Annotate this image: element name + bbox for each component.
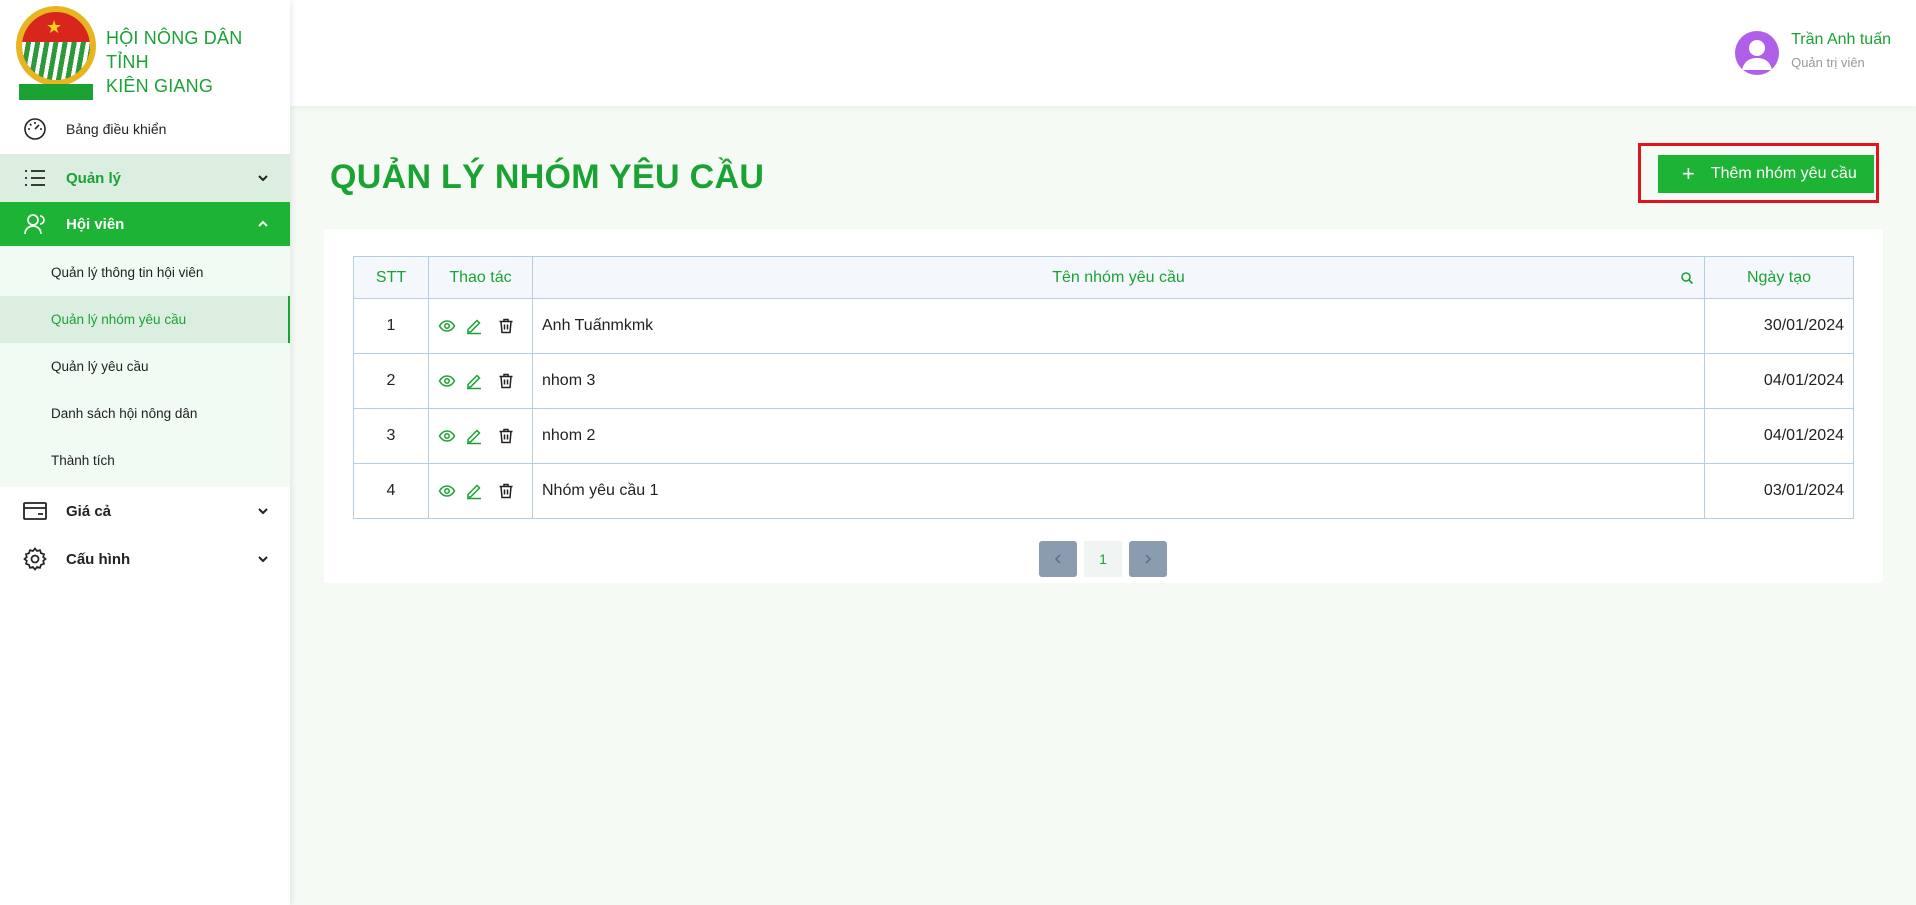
speedometer-icon bbox=[22, 116, 48, 142]
logo-emblem: ★ bbox=[16, 6, 96, 100]
sidebar-item-giaca[interactable]: Giá cả bbox=[0, 487, 290, 535]
eye-icon[interactable] bbox=[438, 317, 456, 335]
edit-icon[interactable] bbox=[465, 317, 483, 335]
cell-date: 04/01/2024 bbox=[1704, 353, 1854, 409]
cell-actions bbox=[428, 353, 533, 409]
credit-card-icon bbox=[22, 498, 48, 524]
page-number[interactable]: 1 bbox=[1084, 541, 1122, 577]
top-header: Trần Anh tuấn Quản trị viên bbox=[290, 0, 1916, 106]
sidebar-subitem-thong-tin-hoi-vien[interactable]: Quản lý thông tin hội viên bbox=[0, 249, 290, 296]
user-role: Quản trị viên bbox=[1791, 55, 1865, 70]
cell-date: 04/01/2024 bbox=[1704, 408, 1854, 464]
chevron-up-icon bbox=[258, 220, 268, 227]
next-page-button[interactable] bbox=[1129, 541, 1167, 577]
column-header-actions: Thao tác bbox=[428, 256, 533, 299]
table-header-row: STT Thao tác Tên nhóm yêu cầu Ngày tạo bbox=[353, 256, 1854, 299]
trash-icon[interactable] bbox=[497, 482, 515, 500]
eye-icon[interactable] bbox=[438, 427, 456, 445]
hoivien-submenu: Quản lý thông tin hội viên Quản lý nhóm … bbox=[0, 246, 290, 487]
sidebar: ★ HỘI NÔNG DÂN TỈNH KIÊN GIANG Bảng điều… bbox=[0, 0, 290, 905]
cell-date: 03/01/2024 bbox=[1704, 463, 1854, 519]
edit-icon[interactable] bbox=[465, 427, 483, 445]
sidebar-item-label: Giá cả bbox=[66, 502, 112, 520]
sidebar-item-label: Hội viên bbox=[66, 215, 125, 233]
avatar[interactable] bbox=[1735, 31, 1780, 75]
brand-title-line2: KIÊN GIANG bbox=[106, 76, 214, 96]
cell-actions bbox=[428, 408, 533, 464]
cell-name: nhom 2 bbox=[532, 408, 1705, 464]
table-row: 4 Nhóm yêu cầu 1 03/01/2024 bbox=[353, 463, 1854, 519]
cell-name: Anh Tuấnmkmk bbox=[532, 298, 1705, 354]
trash-icon[interactable] bbox=[497, 317, 515, 335]
sidebar-subitem-thanh-tich[interactable]: Thành tích bbox=[0, 437, 290, 484]
column-header-date: Ngày tạo bbox=[1704, 256, 1854, 299]
add-button-label: Thêm nhóm yêu cầu bbox=[1710, 165, 1857, 182]
request-group-table: STT Thao tác Tên nhóm yêu cầu Ngày tạo 1… bbox=[353, 256, 1854, 519]
cell-name: Nhóm yêu cầu 1 bbox=[532, 463, 1705, 519]
cell-name: nhom 3 bbox=[532, 353, 1705, 409]
column-header-stt: STT bbox=[353, 256, 429, 299]
eye-icon[interactable] bbox=[438, 372, 456, 390]
add-request-group-button[interactable]: + Thêm nhóm yêu cầu bbox=[1658, 155, 1874, 193]
edit-icon[interactable] bbox=[465, 482, 483, 500]
page-title: QUẢN LÝ NHÓM YÊU CẦU bbox=[330, 158, 765, 196]
gear-icon bbox=[22, 546, 48, 572]
sidebar-subitem-yeu-cau[interactable]: Quản lý yêu cầu bbox=[0, 343, 290, 390]
eye-icon[interactable] bbox=[438, 482, 456, 500]
cell-date: 30/01/2024 bbox=[1704, 298, 1854, 354]
trash-icon[interactable] bbox=[497, 372, 515, 390]
user-name: Trần Anh tuấn bbox=[1791, 31, 1891, 48]
sidebar-item-dashboard[interactable]: Bảng điều khiển bbox=[0, 104, 290, 154]
cell-actions bbox=[428, 298, 533, 354]
sidebar-item-label: Quản lý bbox=[66, 169, 122, 187]
search-icon[interactable] bbox=[1680, 271, 1694, 285]
brand: ★ HỘI NÔNG DÂN TỈNH KIÊN GIANG bbox=[0, 0, 290, 104]
user-icon bbox=[22, 211, 48, 237]
table-row: 1 Anh Tuấnmkmk 30/01/2024 bbox=[353, 298, 1854, 354]
plus-icon: + bbox=[1682, 161, 1695, 186]
pagination: 1 bbox=[1039, 541, 1167, 577]
brand-title: HỘI NÔNG DÂN TỈNH KIÊN GIANG bbox=[106, 26, 290, 98]
chevron-down-icon bbox=[258, 556, 268, 563]
table-row: 2 nhom 3 04/01/2024 bbox=[353, 353, 1854, 409]
cell-stt: 4 bbox=[353, 463, 429, 519]
table-row: 3 nhom 2 04/01/2024 bbox=[353, 408, 1854, 464]
column-header-name[interactable]: Tên nhóm yêu cầu bbox=[532, 256, 1705, 299]
sidebar-item-quanly[interactable]: Quản lý bbox=[0, 154, 290, 202]
sidebar-subitem-nhom-yeu-cau[interactable]: Quản lý nhóm yêu cầu bbox=[0, 296, 290, 343]
cell-stt: 3 bbox=[353, 408, 429, 464]
table-card: STT Thao tác Tên nhóm yêu cầu Ngày tạo 1… bbox=[324, 229, 1883, 583]
user-info: Trần Anh tuấn Quản trị viên bbox=[1791, 30, 1891, 72]
column-header-name-label: Tên nhóm yêu cầu bbox=[1052, 268, 1185, 286]
chevron-left-icon bbox=[1054, 554, 1061, 564]
chevron-down-icon bbox=[258, 175, 268, 182]
brand-title-line1: HỘI NÔNG DÂN TỈNH bbox=[106, 28, 243, 72]
edit-icon[interactable] bbox=[465, 372, 483, 390]
cell-stt: 1 bbox=[353, 298, 429, 354]
chevron-right-icon bbox=[1145, 554, 1152, 564]
sidebar-subitem-danh-sach-hoi-nong-dan[interactable]: Danh sách hội nông dân bbox=[0, 390, 290, 437]
list-icon bbox=[22, 165, 48, 191]
sidebar-item-hoivien[interactable]: Hội viên bbox=[0, 202, 290, 246]
user-menu[interactable]: Trần Anh tuấn Quản trị viên bbox=[1735, 30, 1891, 75]
sidebar-item-label: Cấu hình bbox=[66, 550, 131, 568]
sidebar-item-cauhinh[interactable]: Cấu hình bbox=[0, 535, 290, 583]
trash-icon[interactable] bbox=[497, 427, 515, 445]
prev-page-button[interactable] bbox=[1039, 541, 1077, 577]
sidebar-item-label: Bảng điều khiển bbox=[66, 121, 167, 137]
cell-actions bbox=[428, 463, 533, 519]
chevron-down-icon bbox=[258, 508, 268, 515]
cell-stt: 2 bbox=[353, 353, 429, 409]
